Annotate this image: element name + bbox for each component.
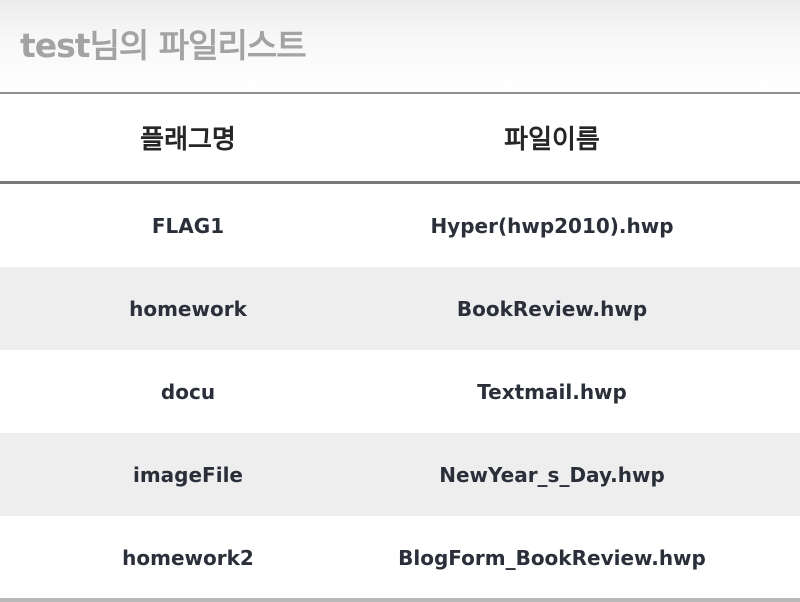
- page-header: test님의 파일리스트: [0, 0, 800, 94]
- table-row[interactable]: FLAG1 Hyper(hwp2010).hwp: [0, 184, 800, 267]
- file-name-link[interactable]: BlogForm_BookReview.hwp: [376, 516, 728, 599]
- file-name-link[interactable]: Hyper(hwp2010).hwp: [376, 184, 728, 267]
- table-row[interactable]: homework BookReview.hwp: [0, 267, 800, 350]
- flag-name-cell: FLAG1: [151, 213, 225, 238]
- flag-name-cell: docu: [160, 379, 216, 404]
- file-name-link[interactable]: BookReview.hwp: [376, 267, 728, 350]
- file-list-table: 플래그명 파일이름 FLAG1 Hyper(hwp2010).hwp homew…: [0, 94, 800, 599]
- column-header-flag-name: 플래그명: [140, 125, 236, 155]
- flag-name-cell: homework2: [122, 545, 254, 570]
- table-row[interactable]: homework2 BlogForm_BookReview.hwp: [0, 516, 800, 599]
- page-title: test님의 파일리스트: [20, 26, 307, 65]
- table-bottom-border: [0, 598, 800, 602]
- file-name-link[interactable]: Textmail.hwp: [376, 350, 728, 433]
- flag-name-cell: imageFile: [132, 462, 243, 487]
- table-row[interactable]: imageFile NewYear_s_Day.hwp: [0, 433, 800, 516]
- column-header-file-name: 파일이름: [504, 125, 600, 155]
- file-name-link[interactable]: NewYear_s_Day.hwp: [376, 433, 728, 516]
- flag-name-cell: homework: [129, 296, 247, 321]
- table-header-row: 플래그명 파일이름: [0, 94, 800, 184]
- table-row[interactable]: docu Textmail.hwp: [0, 350, 800, 433]
